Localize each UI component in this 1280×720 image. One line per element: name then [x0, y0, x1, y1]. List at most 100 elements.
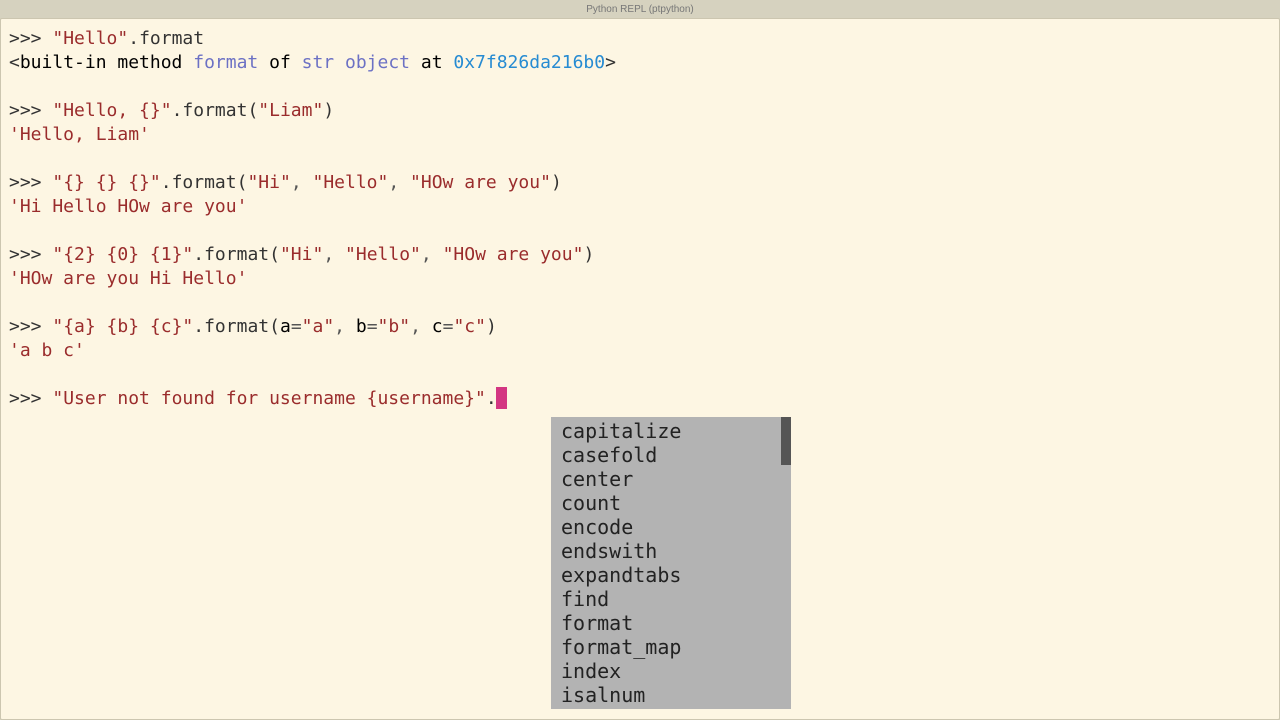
- code-token: str: [302, 52, 335, 73]
- code-token: "HOw are you": [443, 244, 584, 265]
- completion-item[interactable]: format: [561, 611, 791, 635]
- code-token: "a": [302, 316, 335, 337]
- repl-input-line: >>> "{a} {b} {c}".format(a="a", b="b", c…: [9, 315, 1271, 339]
- window-titlebar: Python REPL (ptpython): [0, 0, 1280, 18]
- code-token: (: [247, 100, 258, 121]
- code-token: .: [161, 172, 172, 193]
- repl-input-line: >>> "{} {} {}".format("Hi", "Hello", "HO…: [9, 171, 1271, 195]
- code-token: .: [193, 316, 204, 337]
- completion-item[interactable]: endswith: [561, 539, 791, 563]
- repl-prompt: >>>: [9, 388, 52, 409]
- repl-output-line: 'Hi Hello HOw are you': [9, 195, 1271, 219]
- completion-scrollbar[interactable]: [781, 417, 791, 465]
- repl-input-line: >>> "Hello, {}".format("Liam"): [9, 99, 1271, 123]
- repl-prompt: >>>: [9, 28, 52, 49]
- completion-item[interactable]: center: [561, 467, 791, 491]
- code-token: a: [280, 316, 291, 337]
- blank-line: [9, 291, 1271, 315]
- repl-area[interactable]: >>> "Hello".format<built-in method forma…: [0, 18, 1280, 720]
- code-token: =: [291, 316, 302, 337]
- code-token: .: [193, 244, 204, 265]
- code-token: 'Hi Hello HOw are you': [9, 196, 247, 217]
- blank-line: [9, 363, 1271, 387]
- window: Python REPL (ptpython) >>> "Hello".forma…: [0, 0, 1280, 720]
- code-token: "c": [453, 316, 486, 337]
- code-token: (: [269, 316, 280, 337]
- code-token: "User not found for username {username}": [52, 388, 485, 409]
- code-token: format: [204, 244, 269, 265]
- blank-line: [9, 147, 1271, 171]
- code-token: <: [9, 52, 20, 73]
- repl-prompt: >>>: [9, 172, 52, 193]
- code-token: c: [432, 316, 443, 337]
- repl-output-line: 'HOw are you Hi Hello': [9, 267, 1271, 291]
- code-token: "Liam": [258, 100, 323, 121]
- code-token: .: [172, 100, 183, 121]
- code-token: 0x7f826da216b0: [453, 52, 605, 73]
- code-token: ,: [323, 244, 345, 265]
- code-token: b: [356, 316, 367, 337]
- code-token: object: [345, 52, 410, 73]
- code-token: built-in method: [20, 52, 193, 73]
- code-token: >: [605, 52, 616, 73]
- code-token: "Hi": [280, 244, 323, 265]
- code-token: format: [172, 172, 237, 193]
- code-token: "Hello": [345, 244, 421, 265]
- code-token: 'Hello, Liam': [9, 124, 150, 145]
- cursor: [496, 387, 507, 409]
- code-token: "{a} {b} {c}": [52, 316, 193, 337]
- completion-item[interactable]: index: [561, 659, 791, 683]
- code-token: ,: [388, 172, 410, 193]
- repl-prompt: >>>: [9, 244, 52, 265]
- code-token: "{2} {0} {1}": [52, 244, 193, 265]
- code-token: ): [583, 244, 594, 265]
- completion-item[interactable]: count: [561, 491, 791, 515]
- repl-output-line: 'a b c': [9, 339, 1271, 363]
- code-token: =: [367, 316, 378, 337]
- code-token: "Hello, {}": [52, 100, 171, 121]
- code-token: ,: [421, 244, 443, 265]
- code-token: ,: [291, 172, 313, 193]
- repl-current-input[interactable]: >>> "User not found for username {userna…: [9, 387, 1271, 411]
- completion-item[interactable]: casefold: [561, 443, 791, 467]
- code-token: at: [410, 52, 453, 73]
- completion-item[interactable]: capitalize: [561, 419, 791, 443]
- code-token: format: [204, 316, 269, 337]
- code-token: 'HOw are you Hi Hello': [9, 268, 247, 289]
- repl-prompt: >>>: [9, 316, 52, 337]
- code-token: "{} {} {}": [52, 172, 160, 193]
- code-token: of: [258, 52, 301, 73]
- blank-line: [9, 219, 1271, 243]
- code-token: (: [269, 244, 280, 265]
- code-token: format: [139, 28, 204, 49]
- repl-output-line: <built-in method format of str object at…: [9, 51, 1271, 75]
- window-title: Python REPL (ptpython): [586, 4, 693, 15]
- code-token: =: [443, 316, 454, 337]
- code-token: "HOw are you": [410, 172, 551, 193]
- code-token: "b": [378, 316, 411, 337]
- code-token: ): [323, 100, 334, 121]
- code-token: .: [128, 28, 139, 49]
- code-token: format: [193, 52, 258, 73]
- code-token: ,: [410, 316, 432, 337]
- code-token: "Hi": [247, 172, 290, 193]
- code-token: ): [486, 316, 497, 337]
- code-token: format: [182, 100, 247, 121]
- code-token: "Hello": [52, 28, 128, 49]
- repl-prompt: >>>: [9, 100, 52, 121]
- code-token: [334, 52, 345, 73]
- repl-output-line: 'Hello, Liam': [9, 123, 1271, 147]
- completion-popup[interactable]: capitalizecasefoldcentercountencodeendsw…: [551, 417, 791, 709]
- completion-item[interactable]: find: [561, 587, 791, 611]
- code-token: "Hello": [313, 172, 389, 193]
- completion-item[interactable]: expandtabs: [561, 563, 791, 587]
- code-token: ): [551, 172, 562, 193]
- blank-line: [9, 75, 1271, 99]
- code-token: 'a b c': [9, 340, 85, 361]
- code-token: (: [237, 172, 248, 193]
- repl-input-line: >>> "{2} {0} {1}".format("Hi", "Hello", …: [9, 243, 1271, 267]
- completion-item[interactable]: encode: [561, 515, 791, 539]
- completion-item[interactable]: isalnum: [561, 683, 791, 707]
- completion-item[interactable]: format_map: [561, 635, 791, 659]
- repl-input-line: >>> "Hello".format: [9, 27, 1271, 51]
